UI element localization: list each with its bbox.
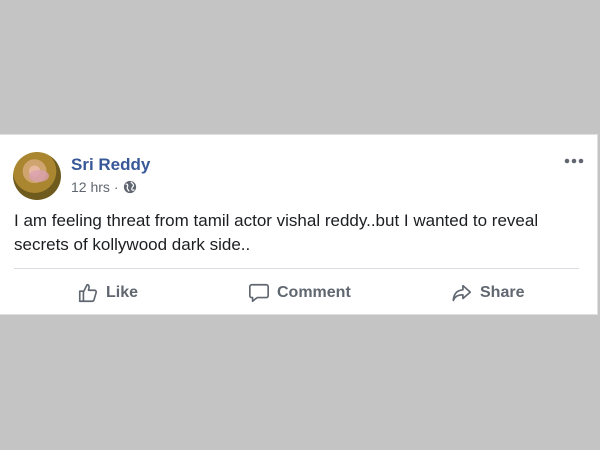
author-name[interactable]: Sri Reddy [71,155,150,175]
divider [14,268,579,269]
thumbs-up-icon [78,283,98,303]
post-meta: 12 hrs · [71,179,137,195]
like-button[interactable]: Like [77,279,138,307]
globe-icon[interactable] [123,180,137,194]
meta-separator: · [113,179,119,195]
share-icon [452,284,472,302]
avatar[interactable] [13,152,61,200]
like-label: Like [106,284,139,301]
comment-button[interactable]: Comment [248,279,351,307]
post-timestamp[interactable]: 12 hrs [71,179,110,195]
share-button[interactable]: Share [451,279,524,307]
avatar-image [29,170,49,182]
more-options-icon[interactable] [563,151,585,171]
post-text: I am feeling threat from tamil actor vis… [14,211,539,254]
comment-icon [249,283,269,303]
share-label: Share [480,284,525,301]
comment-label: Comment [277,284,351,301]
